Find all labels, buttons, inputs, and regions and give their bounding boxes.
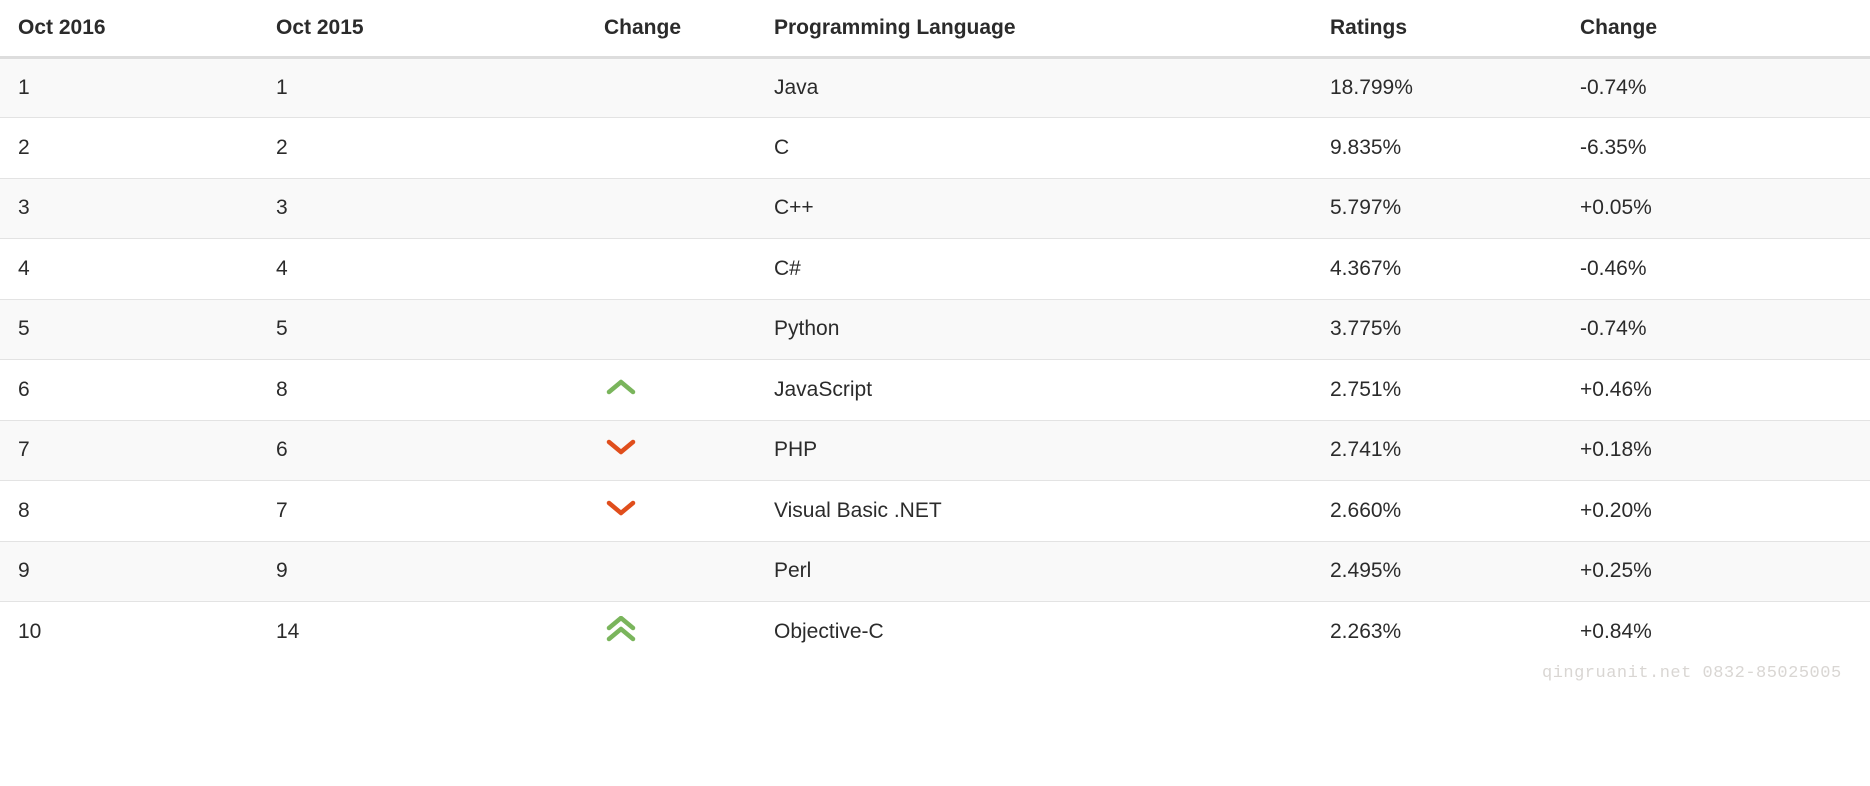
cell-change-percent: -0.46% <box>1562 239 1870 300</box>
column-header-oct-2015[interactable]: Oct 2015 <box>258 0 516 57</box>
cell-ratings: 4.367% <box>1312 239 1562 300</box>
table-row[interactable]: 1014 Objective-C2.263%+0.84% <box>0 602 1870 663</box>
table-row[interactable]: 33 C++5.797%+0.05% <box>0 178 1870 239</box>
cell-rank-oct-2016: 7 <box>0 420 258 481</box>
cell-rank-oct-2015: 8 <box>258 360 516 421</box>
column-header-ratings[interactable]: Ratings <box>1312 0 1562 57</box>
cell-change-percent: +0.05% <box>1562 178 1870 239</box>
cell-rank-oct-2015: 5 <box>258 299 516 360</box>
cell-ratings: 2.495% <box>1312 541 1562 602</box>
cell-rank-oct-2016: 3 <box>0 178 258 239</box>
cell-change-percent: +0.18% <box>1562 420 1870 481</box>
column-header-oct-2016[interactable]: Oct 2016 <box>0 0 258 57</box>
cell-rank-oct-2016: 2 <box>0 118 258 179</box>
cell-programming-language[interactable]: C# <box>752 239 1312 300</box>
cell-rank-oct-2015: 9 <box>258 541 516 602</box>
cell-change-arrow <box>516 602 752 663</box>
cell-rank-oct-2016: 5 <box>0 299 258 360</box>
cell-change-percent: +0.25% <box>1562 541 1870 602</box>
cell-change-arrow <box>516 360 752 421</box>
column-header-change-arrow[interactable]: Change <box>516 0 752 57</box>
cell-change-arrow <box>516 57 752 118</box>
column-header-programming-language[interactable]: Programming Language <box>752 0 1312 57</box>
table-row[interactable]: 44 C#4.367%-0.46% <box>0 239 1870 300</box>
table-row[interactable]: 11 Java18.799%-0.74% <box>0 57 1870 118</box>
cell-change-percent: +0.20% <box>1562 481 1870 542</box>
cell-programming-language[interactable]: JavaScript <box>752 360 1312 421</box>
cell-rank-oct-2015: 4 <box>258 239 516 300</box>
cell-change-arrow <box>516 420 752 481</box>
cell-programming-language[interactable]: Perl <box>752 541 1312 602</box>
cell-change-percent: -0.74% <box>1562 299 1870 360</box>
table-row[interactable]: 76 PHP2.741%+0.18% <box>0 420 1870 481</box>
cell-ratings: 2.660% <box>1312 481 1562 542</box>
cell-change-arrow <box>516 541 752 602</box>
cell-change-percent: -6.35% <box>1562 118 1870 179</box>
cell-rank-oct-2015: 14 <box>258 602 516 663</box>
cell-rank-oct-2015: 1 <box>258 57 516 118</box>
cell-ratings: 2.263% <box>1312 602 1562 663</box>
table-header: Oct 2016 Oct 2015 Change Programming Lan… <box>0 0 1870 57</box>
cell-rank-oct-2015: 2 <box>258 118 516 179</box>
cell-change-arrow <box>516 299 752 360</box>
table-row[interactable]: 87 Visual Basic .NET2.660%+0.20% <box>0 481 1870 542</box>
cell-change-arrow <box>516 481 752 542</box>
cell-rank-oct-2015: 7 <box>258 481 516 542</box>
cell-change-percent: -0.74% <box>1562 57 1870 118</box>
cell-programming-language[interactable]: Python <box>752 299 1312 360</box>
cell-rank-oct-2015: 6 <box>258 420 516 481</box>
cell-change-arrow <box>516 239 752 300</box>
chevron-up-icon <box>516 378 752 396</box>
table-body: 11Java18.799%-0.74%22C9.835%-6.35%33C++5… <box>0 57 1870 662</box>
cell-ratings: 2.741% <box>1312 420 1562 481</box>
cell-change-percent: +0.84% <box>1562 602 1870 663</box>
cell-programming-language[interactable]: C++ <box>752 178 1312 239</box>
tiobe-index-table: Oct 2016 Oct 2015 Change Programming Lan… <box>0 0 1870 662</box>
chevron-down-icon <box>516 438 752 456</box>
table-row[interactable]: 55 Python3.775%-0.74% <box>0 299 1870 360</box>
cell-rank-oct-2016: 10 <box>0 602 258 663</box>
cell-programming-language[interactable]: Objective-C <box>752 602 1312 663</box>
table-header-row: Oct 2016 Oct 2015 Change Programming Lan… <box>0 0 1870 57</box>
watermark-text: qingruanit.net 0832-85025005 <box>1542 664 1842 683</box>
cell-programming-language[interactable]: PHP <box>752 420 1312 481</box>
cell-rank-oct-2016: 6 <box>0 360 258 421</box>
table-row[interactable]: 68 JavaScript2.751%+0.46% <box>0 360 1870 421</box>
cell-programming-language[interactable]: Java <box>752 57 1312 118</box>
chevron-down-icon <box>516 499 752 517</box>
table-row[interactable]: 22 C9.835%-6.35% <box>0 118 1870 179</box>
cell-rank-oct-2016: 1 <box>0 57 258 118</box>
cell-ratings: 9.835% <box>1312 118 1562 179</box>
cell-change-percent: +0.46% <box>1562 360 1870 421</box>
cell-rank-oct-2015: 3 <box>258 178 516 239</box>
cell-rank-oct-2016: 8 <box>0 481 258 542</box>
cell-change-arrow <box>516 118 752 179</box>
cell-programming-language[interactable]: C <box>752 118 1312 179</box>
table-row[interactable]: 99 Perl2.495%+0.25% <box>0 541 1870 602</box>
cell-change-arrow <box>516 178 752 239</box>
cell-rank-oct-2016: 9 <box>0 541 258 602</box>
cell-ratings: 2.751% <box>1312 360 1562 421</box>
cell-programming-language[interactable]: Visual Basic .NET <box>752 481 1312 542</box>
cell-rank-oct-2016: 4 <box>0 239 258 300</box>
cell-ratings: 3.775% <box>1312 299 1562 360</box>
cell-ratings: 18.799% <box>1312 57 1562 118</box>
cell-ratings: 5.797% <box>1312 178 1562 239</box>
double-chevron-up-icon <box>516 616 752 642</box>
column-header-change-percent[interactable]: Change <box>1562 0 1870 57</box>
